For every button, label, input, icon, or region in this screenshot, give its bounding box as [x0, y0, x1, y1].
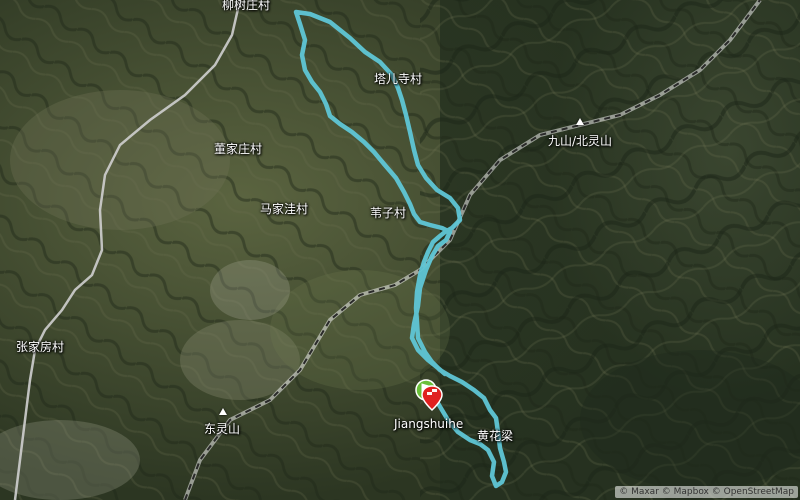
place-label-taersi: 塔儿寺村 [374, 72, 423, 86]
place-label-dongjiazhuang: 董家庄村 [214, 142, 263, 156]
place-label-jiangshuihe: Jiangshuihe [394, 417, 464, 431]
place-label-zhangjiafang: 张家房村 [16, 340, 65, 354]
peak-triangle-icon [576, 118, 584, 125]
place-label-weizi: 苇子村 [370, 206, 407, 220]
route-markers [415, 379, 443, 412]
map-view[interactable]: 柳树庄村 塔儿寺村 董家庄村 马家洼村 苇子村 张家房村 Jiangshuihe… [0, 0, 800, 500]
place-label-huanghualiang: 黄花梁 [477, 429, 514, 443]
peak-triangle-icon [219, 408, 227, 415]
map-attribution[interactable]: © Maxar © Mapbox © OpenStreetMap [615, 486, 798, 498]
finish-pin-icon[interactable] [421, 385, 443, 412]
peak-label-jiushan: 九山/北灵山 [548, 134, 613, 148]
peak-label-dongling: 东灵山 [204, 422, 241, 436]
place-label-liushuzhuang: 柳树庄村 [222, 0, 271, 12]
place-label-majiawa: 马家洼村 [260, 202, 309, 216]
